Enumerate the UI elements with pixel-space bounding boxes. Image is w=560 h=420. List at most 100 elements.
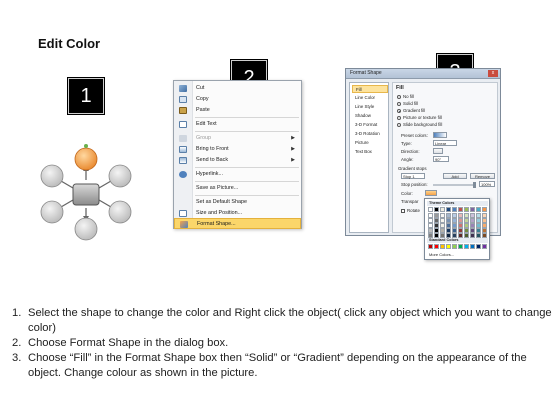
color-swatch[interactable] <box>452 207 457 212</box>
radio-slide-background-fill[interactable] <box>397 123 401 127</box>
node-bottom <box>74 217 98 241</box>
color-swatch[interactable] <box>446 233 451 238</box>
instruction-text: Choose “Fill” in the Format Shape box th… <box>28 352 527 379</box>
more-colors-link[interactable]: More Colors... <box>429 252 454 257</box>
standard-color-swatch[interactable] <box>434 244 439 249</box>
standard-color-swatch[interactable] <box>428 244 433 249</box>
menu-item-format-shape[interactable]: Format Shape... <box>174 218 301 229</box>
standard-color-swatch[interactable] <box>476 244 481 249</box>
color-swatch[interactable] <box>428 207 433 212</box>
page-title: Edit Color <box>38 36 101 51</box>
hub-diagram[interactable] <box>30 136 150 248</box>
color-swatch[interactable] <box>482 207 487 212</box>
standard-color-swatch[interactable] <box>452 244 457 249</box>
direction-label: Direction: <box>401 149 420 154</box>
theme-colors-heading: Theme Colors <box>427 201 488 206</box>
color-label: Color: <box>401 191 413 196</box>
menu-item-hyperlink[interactable]: Hyperlink... <box>174 169 301 180</box>
type-select[interactable]: Linear <box>433 140 457 146</box>
color-popup: Theme Colors Standard Colors More Colors… <box>424 198 490 260</box>
nav-item-3d-rotation[interactable]: 3-D Rotation <box>352 130 388 138</box>
menu-item-edit-text[interactable]: Edit Text <box>174 119 301 130</box>
nav-item-fill[interactable]: Fill <box>352 85 388 93</box>
color-swatch[interactable] <box>476 233 481 238</box>
color-swatch[interactable] <box>470 207 475 212</box>
menu-separator <box>195 117 299 118</box>
dialog-titlebar: Format Shape x <box>346 69 500 79</box>
direction-dropdown[interactable] <box>433 148 443 154</box>
color-swatch[interactable] <box>458 207 463 212</box>
nav-item-line-color[interactable]: Line Color <box>352 94 388 102</box>
close-icon[interactable]: x <box>488 70 498 77</box>
color-swatch[interactable] <box>464 207 469 212</box>
dialog-nav: Fill Line Color Line Style Shadow 3-D Fo… <box>349 82 389 233</box>
color-swatch[interactable] <box>446 207 451 212</box>
nav-item-shadow[interactable]: Shadow <box>352 112 388 120</box>
menu-separator <box>195 167 299 168</box>
color-swatch[interactable] <box>470 233 475 238</box>
color-swatch[interactable] <box>458 233 463 238</box>
hyperlink-icon <box>179 171 187 178</box>
instruction-number: 3. <box>12 352 22 364</box>
standard-color-swatch[interactable] <box>482 244 487 249</box>
color-swatch[interactable] <box>476 207 481 212</box>
nav-item-text-box[interactable]: Text Box <box>352 148 388 156</box>
menu-separator <box>195 181 299 182</box>
transparency-label: Transpar <box>401 199 419 204</box>
standard-color-swatch[interactable] <box>458 244 463 249</box>
instruction-number: 2. <box>12 337 22 349</box>
color-swatch[interactable] <box>434 207 439 212</box>
color-swatch[interactable] <box>440 233 445 238</box>
edit-text-icon <box>179 121 187 128</box>
menu-item-save-as-picture[interactable]: Save as Picture... <box>174 183 301 194</box>
color-picker-button[interactable] <box>425 190 437 196</box>
standard-color-swatch[interactable] <box>446 244 451 249</box>
standard-color-swatch[interactable] <box>464 244 469 249</box>
stop-position-input[interactable]: 100% <box>479 181 495 187</box>
menu-item-send-to-back[interactable]: Send to Back ▶ <box>174 155 301 166</box>
stop-position-slider[interactable] <box>433 184 475 186</box>
fill-heading: Fill <box>396 85 404 91</box>
color-swatch[interactable] <box>428 233 433 238</box>
radio-solid-fill[interactable] <box>397 102 401 106</box>
preset-colors-label: Preset colors: <box>401 133 428 138</box>
color-swatch[interactable] <box>440 207 445 212</box>
standard-colors-heading: Standard Colors <box>427 238 488 243</box>
nav-item-picture[interactable]: Picture <box>352 139 388 147</box>
radio-gradient-fill[interactable] <box>397 109 401 113</box>
option-label: Picture or texture fill <box>403 115 442 120</box>
nav-item-line-style[interactable]: Line Style <box>352 103 388 111</box>
menu-item-copy[interactable]: Copy <box>174 94 301 105</box>
stop-select[interactable]: Stop 1 <box>401 173 425 179</box>
format-shape-icon <box>180 221 188 228</box>
standard-color-swatch[interactable] <box>440 244 445 249</box>
slider-thumb[interactable] <box>473 182 476 188</box>
color-swatch[interactable] <box>482 233 487 238</box>
add-stop-button[interactable]: Add <box>443 173 467 179</box>
dialog-title: Format Shape <box>350 70 382 76</box>
nav-item-3d-format[interactable]: 3-D Format <box>352 121 388 129</box>
menu-item-bring-to-front[interactable]: Bring to Front ▶ <box>174 144 301 155</box>
instructions-list: 1. Select the shape to change the color … <box>12 306 552 381</box>
color-swatch[interactable] <box>464 233 469 238</box>
menu-item-paste[interactable]: Paste <box>174 105 301 116</box>
radio-no-fill[interactable] <box>397 95 401 99</box>
menu-item-cut[interactable]: Cut <box>174 83 301 94</box>
menu-item-set-default-shape[interactable]: Set as Default Shape <box>174 197 301 208</box>
option-label: Gradient fill <box>403 108 426 113</box>
color-swatch[interactable] <box>452 233 457 238</box>
rotate-checkbox[interactable] <box>401 209 405 213</box>
preset-colors-dropdown[interactable] <box>433 132 447 138</box>
node-right-top <box>108 164 132 188</box>
standard-color-swatch[interactable] <box>470 244 475 249</box>
menu-item-group[interactable]: Group ▶ <box>174 133 301 144</box>
node-left-bottom <box>40 200 64 224</box>
context-menu: Cut Copy Paste Edit Text Group ▶ Bring t… <box>173 80 302 229</box>
option-label: Slide background fill <box>403 122 443 127</box>
paste-icon <box>179 107 187 114</box>
color-swatch[interactable] <box>434 233 439 238</box>
remove-stop-button[interactable]: Remove <box>470 173 495 179</box>
angle-input[interactable]: 90° <box>433 156 449 162</box>
node-left-top <box>40 164 64 188</box>
radio-picture-fill[interactable] <box>397 116 401 120</box>
